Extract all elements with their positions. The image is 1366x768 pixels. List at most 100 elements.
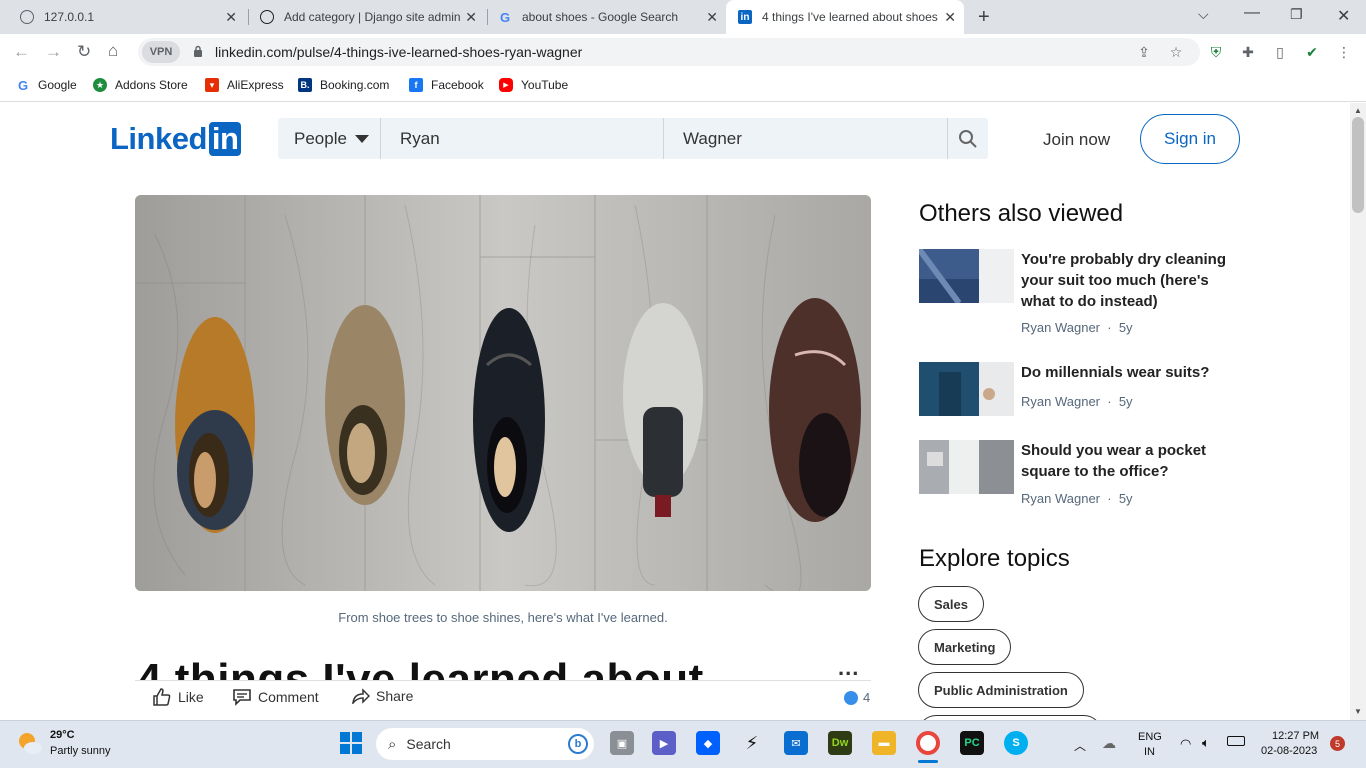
side-panel-icon[interactable]: ▯ <box>1272 44 1288 60</box>
dreamweaver-icon[interactable]: Dw <box>828 731 852 755</box>
share-button[interactable]: Share <box>352 688 413 704</box>
more-options-icon[interactable]: ... <box>838 655 859 681</box>
others-also-viewed-heading: Others also viewed <box>919 200 1124 227</box>
forward-arrow-icon[interactable]: → <box>45 42 62 62</box>
bookmark-booking[interactable]: B. Booking.com <box>298 76 389 94</box>
weather-sun-cloud-icon[interactable] <box>16 729 44 757</box>
task-view-icon[interactable]: ▣ <box>610 731 634 755</box>
related-article[interactable]: You're probably dry cleaning your suit t… <box>919 249 1249 339</box>
dropbox-icon[interactable]: ◆ <box>696 731 720 755</box>
minimize-button[interactable]: — <box>1244 4 1260 22</box>
clock-time[interactable]: 12:27 PM <box>1272 730 1319 742</box>
shoes-on-floor-photo <box>135 195 871 591</box>
shoe-1 <box>175 317 255 533</box>
shoe-5 <box>769 298 861 522</box>
bookmark-google[interactable]: G Google <box>16 76 77 94</box>
menu-kebab-icon[interactable]: ⋮ <box>1336 44 1352 60</box>
language-indicator[interactable]: ENG <box>1138 731 1162 743</box>
topic-pill-public-administration[interactable]: Public Administration <box>918 672 1084 708</box>
bookmark-star-icon[interactable]: ☆ <box>1168 44 1184 60</box>
first-name-input[interactable]: Ryan <box>400 118 662 159</box>
taskbar-search-box[interactable]: ⌕ Search b <box>376 728 594 760</box>
weather-desc[interactable]: Partly sunny <box>50 745 111 757</box>
share-arrow-icon <box>352 688 370 704</box>
close-icon[interactable]: ✕ <box>225 9 237 26</box>
reaction-count[interactable]: 4 <box>844 690 870 705</box>
topic-pill-sales[interactable]: Sales <box>918 586 984 622</box>
close-window-button[interactable]: ✕ <box>1337 6 1350 26</box>
security-shield-icon[interactable]: ✔ <box>1304 44 1320 60</box>
youtube-icon: ▶ <box>499 78 513 92</box>
related-article[interactable]: Should you wear a pocket square to the o… <box>919 440 1249 510</box>
maximize-button[interactable]: ❐ <box>1290 6 1303 23</box>
windows-start-icon[interactable] <box>340 732 362 754</box>
like-reaction-icon <box>844 690 858 705</box>
onedrive-cloud-icon[interactable]: ☁ <box>1102 735 1116 752</box>
pycharm-icon[interactable]: PC <box>960 731 984 755</box>
google-icon: G <box>499 9 511 25</box>
aliexpress-icon: ▾ <box>205 78 219 92</box>
volume-icon[interactable]: 🔈︎ <box>1202 735 1210 751</box>
google-icon: G <box>17 77 29 93</box>
vpn-badge[interactable]: VPN <box>142 41 180 63</box>
wifi-icon[interactable]: ◠ <box>1180 736 1191 752</box>
tray-overflow-chevron-icon[interactable]: ︿ <box>1074 737 1086 754</box>
like-button[interactable]: Like <box>152 688 204 706</box>
file-explorer-icon[interactable]: ▬ <box>872 731 896 755</box>
caret-down-icon <box>354 134 369 143</box>
vpn-extension-icon[interactable]: ⛨ <box>1208 44 1224 60</box>
comment-icon <box>233 689 251 706</box>
share-icon[interactable]: ⇪ <box>1136 44 1152 60</box>
bookmark-aliexpress[interactable]: ▾ AliExpress <box>205 76 284 94</box>
search-filter-dropdown[interactable]: People <box>278 118 381 159</box>
related-article-meta: Ryan Wagner · 5y <box>1021 394 1133 409</box>
sign-in-button[interactable]: Sign in <box>1140 114 1240 164</box>
lock-icon[interactable] <box>193 45 203 57</box>
close-icon[interactable]: ✕ <box>944 9 956 26</box>
tab-linkedin-article[interactable]: in 4 things I've learned about shoes ✕ <box>726 0 964 34</box>
back-arrow-icon[interactable]: ← <box>13 42 30 62</box>
comment-button[interactable]: Comment <box>232 688 319 706</box>
close-icon[interactable]: ✕ <box>465 9 477 26</box>
skype-icon[interactable]: S <box>1004 731 1028 755</box>
home-icon[interactable]: ⌂ <box>108 41 118 61</box>
tab-search-chevron-icon[interactable]: ⌵ <box>1198 6 1209 23</box>
url-text[interactable]: linkedin.com/pulse/4-things-ive-learned-… <box>215 44 582 60</box>
article-thumbnail <box>919 249 1014 303</box>
globe-icon <box>20 10 34 24</box>
bookmark-addons-store[interactable]: ★ Addons Store <box>93 76 188 94</box>
tab-google-search[interactable]: G about shoes - Google Search ✕ <box>478 0 726 34</box>
linkedin-logo[interactable]: Linked in <box>110 121 242 157</box>
bookmark-youtube[interactable]: ▶ YouTube <box>499 76 568 94</box>
close-icon[interactable]: ✕ <box>706 9 718 26</box>
mail-icon[interactable]: ✉ <box>784 731 808 755</box>
scroll-up-arrow-icon[interactable]: ▲ <box>1354 106 1362 115</box>
topic-pill-marketing[interactable]: Marketing <box>918 629 1012 665</box>
join-now-link[interactable]: Join now <box>1043 130 1110 150</box>
teams-chat-icon[interactable]: ▶ <box>652 731 676 755</box>
windows-taskbar <box>0 720 1366 768</box>
new-tab-button[interactable]: + <box>978 6 990 29</box>
related-article[interactable]: Do millennials wear suits? Ryan Wagner ·… <box>919 362 1249 422</box>
weather-temp[interactable]: 29°C <box>50 729 75 741</box>
scroll-down-arrow-icon[interactable]: ▼ <box>1354 707 1362 716</box>
scrollbar-thumb[interactable] <box>1352 117 1364 213</box>
bookmark-facebook[interactable]: f Facebook <box>409 76 484 94</box>
notification-badge[interactable]: 5 <box>1330 736 1345 751</box>
search-button[interactable] <box>948 118 988 159</box>
extensions-puzzle-icon[interactable]: ✚ <box>1240 44 1256 60</box>
tab-django-admin[interactable]: Add category | Django site admin ✕ <box>240 0 485 34</box>
related-article-title: Should you wear a pocket square to the o… <box>1021 442 1207 480</box>
language-indicator-region[interactable]: IN <box>1144 746 1155 758</box>
tab-localhost[interactable]: 127.0.0.1 ✕ <box>0 0 245 34</box>
addons-store-icon: ★ <box>93 78 107 92</box>
chrome-icon[interactable] <box>916 731 940 755</box>
battery-icon[interactable] <box>1227 736 1245 746</box>
app-lightning-icon[interactable]: ⚡ <box>740 731 764 755</box>
linkedin-icon: in <box>738 10 752 24</box>
last-name-input[interactable]: Wagner <box>683 118 945 159</box>
image-caption: From shoe trees to shoe shines, here's w… <box>338 610 668 625</box>
reload-icon[interactable]: ↻ <box>77 42 91 62</box>
clock-date[interactable]: 02-08-2023 <box>1261 745 1317 757</box>
article-hero-image <box>135 195 871 591</box>
